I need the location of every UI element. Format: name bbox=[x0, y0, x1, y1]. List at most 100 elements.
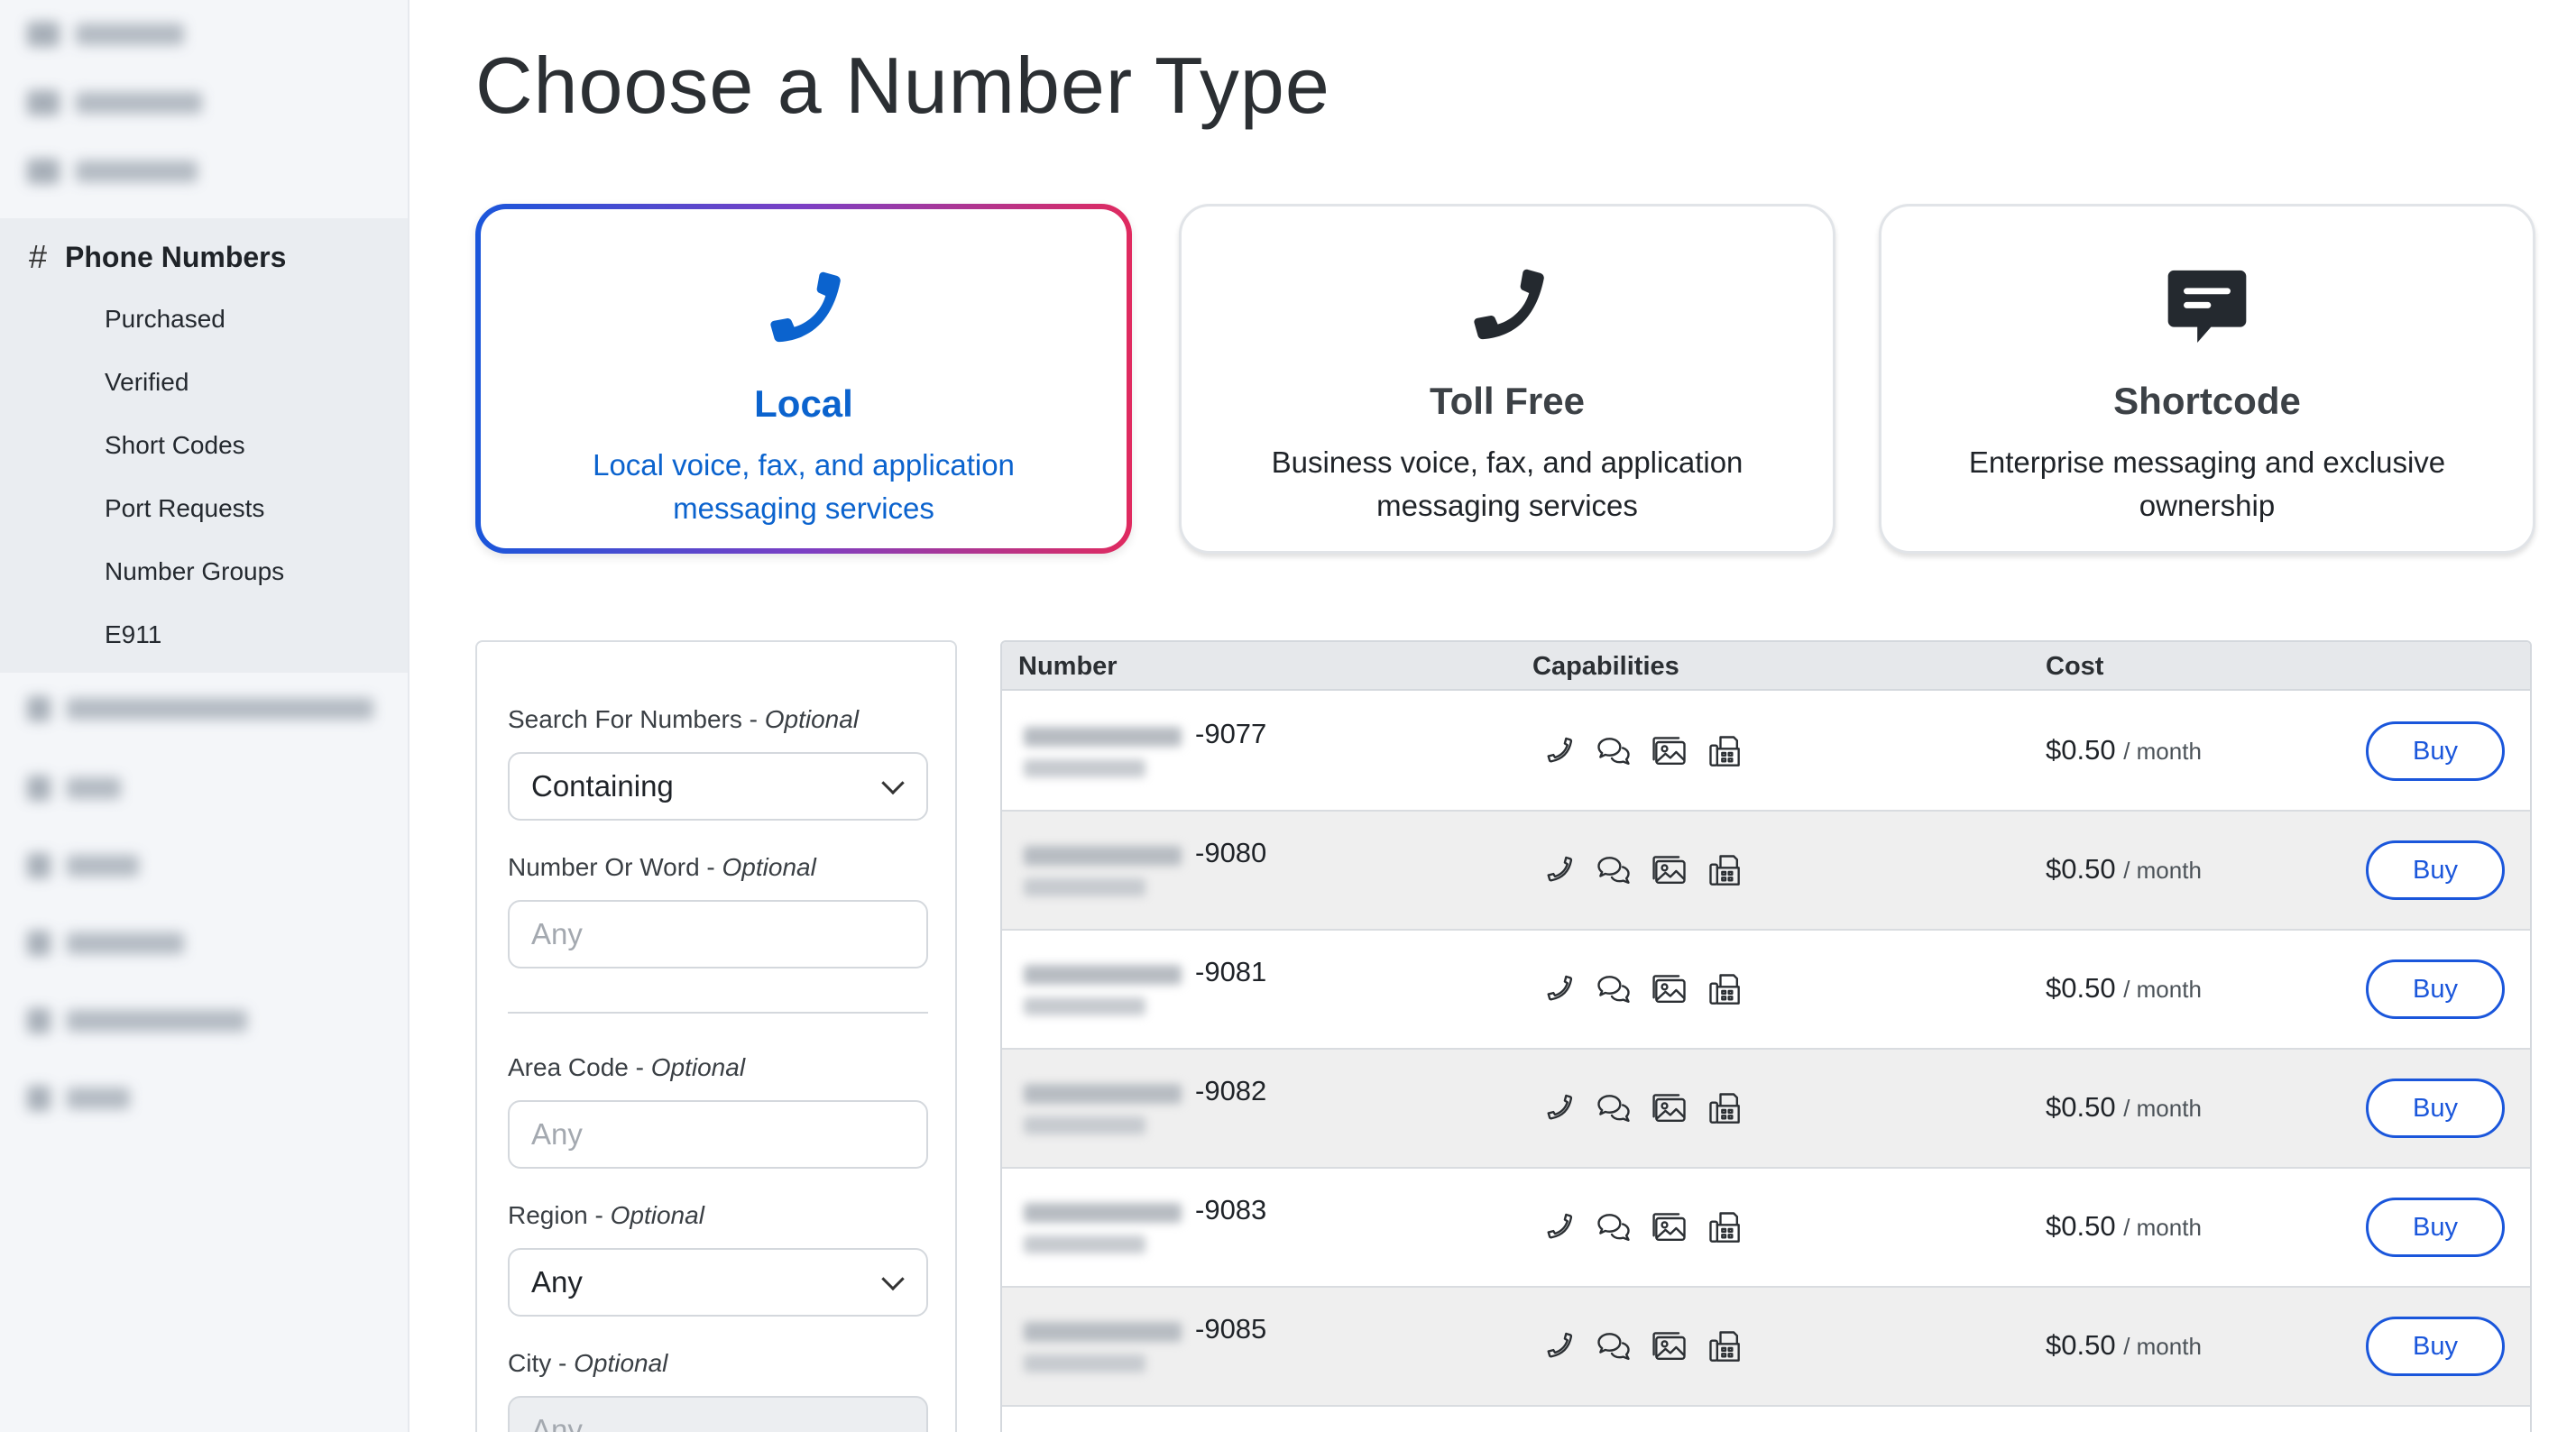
price-period: / month bbox=[2123, 1333, 2202, 1360]
column-header-cost: Cost bbox=[2046, 652, 2104, 681]
cost-cell: $0.50 / month bbox=[2046, 853, 2202, 886]
price: $0.50 bbox=[2046, 734, 2116, 766]
sidebar: # Phone Numbers Purchased Verified Short… bbox=[0, 0, 409, 1432]
sidebar-item-redacted[interactable] bbox=[27, 1008, 247, 1033]
voice-icon bbox=[1538, 1089, 1578, 1134]
mms-icon bbox=[1650, 1089, 1689, 1134]
sidebar-item-phone-numbers[interactable]: # Phone Numbers bbox=[29, 238, 286, 276]
region-label: Region - Optional bbox=[508, 1201, 704, 1229]
phone-number-cell: -9077 bbox=[1018, 718, 1280, 790]
sidebar-item-verified[interactable]: Verified bbox=[105, 368, 189, 397]
area-code-input[interactable]: Any bbox=[508, 1100, 928, 1169]
card-description: Local voice, fax, and application messag… bbox=[593, 448, 1015, 525]
sidebar-item-redacted[interactable] bbox=[27, 776, 121, 801]
fax-icon bbox=[1706, 851, 1745, 895]
area-code-label: Area Code - Optional bbox=[508, 1053, 746, 1081]
sidebar-item-port-requests[interactable]: Port Requests bbox=[105, 494, 264, 523]
mms-icon bbox=[1650, 1208, 1689, 1253]
number-suffix: -9077 bbox=[1195, 718, 1267, 749]
phone-number-cell: -9083 bbox=[1018, 1194, 1280, 1266]
buy-button[interactable]: Buy bbox=[2366, 1079, 2505, 1138]
column-header-capabilities: Capabilities bbox=[1532, 652, 1679, 681]
page-title: Choose a Number Type bbox=[475, 41, 1330, 130]
sidebar-item-purchased[interactable]: Purchased bbox=[105, 305, 225, 334]
phone-icon bbox=[1474, 269, 1544, 340]
phone-number-cell: -9081 bbox=[1018, 956, 1280, 1028]
sidebar-item-number-groups[interactable]: Number Groups bbox=[105, 557, 284, 586]
capabilities-cell bbox=[1538, 851, 1745, 895]
number-type-card-shortcode[interactable]: Shortcode Enterprise messaging and exclu… bbox=[1879, 204, 2535, 554]
card-description: Business voice, fax, and application mes… bbox=[1271, 445, 1743, 522]
sidebar-item-redacted[interactable] bbox=[27, 22, 184, 47]
sidebar-item-redacted[interactable] bbox=[27, 1086, 130, 1111]
card-description: Enterprise messaging and exclusive owner… bbox=[1968, 445, 2446, 522]
redacted-number bbox=[1018, 718, 1190, 790]
capabilities-cell bbox=[1538, 1089, 1745, 1134]
phone-number-cell: -9082 bbox=[1018, 1075, 1280, 1147]
sidebar-item-e911[interactable]: E911 bbox=[105, 620, 161, 649]
number-suffix: -9080 bbox=[1195, 837, 1267, 868]
card-title: Local bbox=[754, 382, 853, 425]
card-title: Toll Free bbox=[1430, 380, 1585, 422]
price-period: / month bbox=[2123, 1214, 2202, 1241]
mms-icon bbox=[1650, 732, 1689, 776]
redacted-number bbox=[1018, 1313, 1190, 1385]
message-icon bbox=[2167, 270, 2247, 343]
cost-cell: $0.50 / month bbox=[2046, 1329, 2202, 1362]
chevron-down-icon bbox=[881, 771, 905, 795]
card-title: Shortcode bbox=[2113, 380, 2301, 422]
voice-icon bbox=[1538, 1208, 1578, 1253]
buy-button[interactable]: Buy bbox=[2366, 1198, 2505, 1257]
sidebar-section-title: Phone Numbers bbox=[65, 240, 287, 273]
region-select[interactable]: Any bbox=[508, 1248, 928, 1317]
cost-cell: $0.50 / month bbox=[2046, 1091, 2202, 1124]
voice-icon bbox=[1538, 1327, 1578, 1372]
sidebar-item-short-codes[interactable]: Short Codes bbox=[105, 431, 245, 460]
fax-icon bbox=[1706, 1208, 1745, 1253]
phone-number-cell: -9080 bbox=[1018, 837, 1280, 909]
price-period: / month bbox=[2123, 738, 2202, 765]
number-type-card-local[interactable]: Local Local voice, fax, and application … bbox=[475, 204, 1132, 554]
table-row: -9080 $0.50 / month Buy bbox=[1002, 812, 2530, 931]
number-or-word-input[interactable]: Any bbox=[508, 900, 928, 968]
fax-icon bbox=[1706, 970, 1745, 1014]
number-or-word-label: Number Or Word - Optional bbox=[508, 853, 816, 881]
cost-cell: $0.50 / month bbox=[2046, 972, 2202, 1005]
price: $0.50 bbox=[2046, 972, 2116, 1004]
number-type-card-toll-free[interactable]: Toll Free Business voice, fax, and appli… bbox=[1179, 204, 1835, 554]
sidebar-item-redacted[interactable] bbox=[27, 90, 202, 115]
phone-numbers-section: # Phone Numbers Purchased Verified Short… bbox=[0, 218, 408, 673]
fax-icon bbox=[1706, 732, 1745, 776]
city-input[interactable]: Any bbox=[508, 1396, 928, 1432]
table-row: -9077 $0.50 / month Buy bbox=[1002, 693, 2530, 812]
column-header-number: Number bbox=[1018, 652, 1118, 681]
table-row: -9082 $0.50 / month Buy bbox=[1002, 1050, 2530, 1169]
sidebar-item-redacted[interactable] bbox=[27, 853, 139, 878]
buy-button[interactable]: Buy bbox=[2366, 721, 2505, 781]
price: $0.50 bbox=[2046, 1329, 2116, 1361]
number-suffix: -9082 bbox=[1195, 1075, 1267, 1106]
phone-number-cell: -9085 bbox=[1018, 1313, 1280, 1385]
voice-icon bbox=[1538, 851, 1578, 895]
table-row: -9081 $0.50 / month Buy bbox=[1002, 931, 2530, 1050]
hash-icon: # bbox=[29, 238, 48, 275]
phone-icon bbox=[770, 271, 841, 343]
search-for-label: Search For Numbers - Optional bbox=[508, 705, 860, 733]
redacted-number bbox=[1018, 837, 1190, 909]
table-header: Number Capabilities Cost bbox=[1002, 642, 2530, 691]
fax-icon bbox=[1706, 1327, 1745, 1372]
price: $0.50 bbox=[2046, 853, 2116, 885]
region-value: Any bbox=[531, 1265, 583, 1299]
search-for-select[interactable]: Containing bbox=[508, 752, 928, 821]
buy-button[interactable]: Buy bbox=[2366, 840, 2505, 900]
number-suffix: -9081 bbox=[1195, 956, 1267, 987]
sidebar-item-redacted[interactable] bbox=[27, 931, 184, 956]
voice-icon bbox=[1538, 732, 1578, 776]
price-period: / month bbox=[2123, 1095, 2202, 1122]
buy-button[interactable]: Buy bbox=[2366, 1317, 2505, 1376]
voice-icon bbox=[1538, 970, 1578, 1014]
buy-button[interactable]: Buy bbox=[2366, 959, 2505, 1019]
sidebar-item-redacted[interactable] bbox=[27, 696, 373, 721]
sidebar-item-redacted[interactable] bbox=[27, 159, 198, 184]
redacted-number bbox=[1018, 1075, 1190, 1147]
